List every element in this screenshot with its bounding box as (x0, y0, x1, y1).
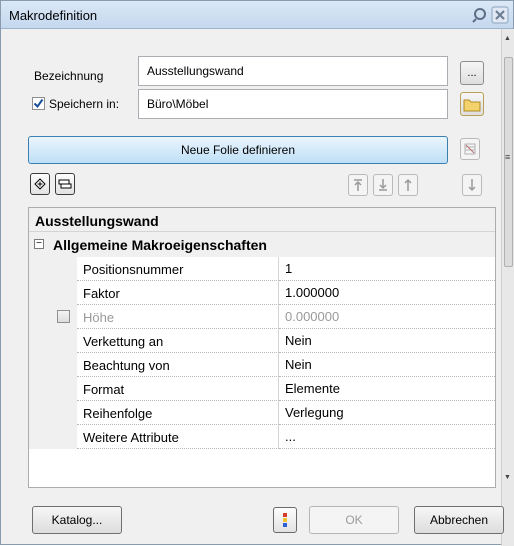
property-name: Faktor (77, 281, 279, 305)
color-button[interactable] (273, 507, 297, 533)
delete-layer-icon (464, 143, 476, 155)
property-name: Positionsnummer (77, 257, 279, 281)
section-header[interactable]: − Allgemeine Makroeigenschaften (29, 232, 495, 257)
browse-label: ... (467, 67, 477, 79)
row-gutter (29, 401, 77, 425)
property-name: Format (77, 377, 279, 401)
layer-list-button[interactable] (55, 173, 75, 195)
delete-folie-button[interactable] (460, 138, 480, 160)
collapse-icon[interactable]: − (34, 239, 44, 249)
move-up-button[interactable] (398, 174, 418, 196)
property-value[interactable]: 1 (279, 257, 495, 281)
property-name: Weitere Attribute (77, 425, 279, 449)
window-title: Makrodefinition (9, 8, 98, 23)
hoehe-checkbox[interactable] (57, 310, 70, 323)
row-gutter (29, 281, 77, 305)
arrow-up-icon (404, 178, 412, 191)
row-gutter (29, 377, 77, 401)
speichern-input[interactable]: Büro\Möbel (138, 89, 448, 119)
property-value[interactable]: ... (279, 425, 495, 449)
move-top-button[interactable] (348, 174, 368, 196)
grid-row[interactable]: Höhe 0.000000 (29, 305, 495, 329)
folder-icon (463, 99, 481, 111)
move-to-bottom-icon (379, 179, 387, 191)
property-value[interactable]: 1.000000 (279, 281, 495, 305)
move-bottom-button[interactable] (373, 174, 393, 196)
bezeichnung-input[interactable]: Ausstellungswand (138, 56, 448, 86)
property-value[interactable]: 0.000000 (279, 305, 495, 329)
row-gutter (29, 305, 77, 329)
property-grid: Ausstellungswand − Allgemeine Makroeigen… (28, 207, 496, 488)
property-value[interactable]: Verlegung (279, 401, 495, 425)
grid-row[interactable]: Format Elemente (29, 377, 495, 401)
grid-row[interactable]: Faktor 1.000000 (29, 281, 495, 305)
color-palette-icon (283, 513, 287, 527)
arrow-down-icon (468, 179, 476, 192)
close-icon[interactable] (491, 6, 509, 24)
move-down-button[interactable] (462, 174, 482, 196)
checkmark-icon (33, 98, 44, 109)
grid-header: Ausstellungswand (29, 208, 495, 232)
grid-row[interactable]: Weitere Attribute ... (29, 425, 495, 449)
abbrechen-button[interactable]: Abbrechen (414, 506, 504, 534)
scrollbar-grip-icon: ≡ (505, 152, 511, 162)
move-to-top-icon (354, 179, 362, 191)
layers-icon (58, 179, 72, 189)
katalog-button[interactable]: Katalog... (32, 506, 122, 534)
scroll-up-icon[interactable]: ▲ (504, 35, 511, 42)
row-gutter (29, 425, 77, 449)
scrollbar-thumb[interactable] (504, 57, 513, 267)
scroll-down-icon[interactable]: ▼ (504, 474, 511, 481)
property-name: Beachtung von (77, 353, 279, 377)
vertical-scrollbar[interactable]: ▲ ≡ ▼ (501, 29, 514, 546)
grid-row[interactable]: Reihenfolge Verlegung (29, 401, 495, 425)
property-value[interactable]: Nein (279, 353, 495, 377)
grid-row[interactable]: Positionsnummer 1 (29, 257, 495, 281)
title-bar: Makrodefinition (1, 1, 513, 29)
neue-folie-button[interactable]: Neue Folie definieren (28, 136, 448, 164)
speichern-label: Speichern in: (49, 97, 120, 111)
ok-button[interactable]: OK (309, 506, 399, 534)
property-name: Verkettung an (77, 329, 279, 353)
folder-button[interactable] (460, 92, 484, 116)
pin-icon[interactable] (471, 6, 489, 24)
makrodefinition-window: Makrodefinition ▲ ≡ ▼ Bezeichnung Ausste… (0, 0, 514, 546)
grid-row[interactable]: Verkettung an Nein (29, 329, 495, 353)
property-value[interactable]: Nein (279, 329, 495, 353)
property-name: Höhe (77, 305, 279, 329)
bezeichnung-label: Bezeichnung (34, 69, 104, 83)
add-layer-icon (34, 178, 46, 190)
browse-button[interactable]: ... (460, 61, 484, 85)
property-value[interactable]: Elemente (279, 377, 495, 401)
section-label: Allgemeine Makroeigenschaften (53, 237, 267, 253)
speichern-checkbox[interactable] (32, 97, 45, 110)
property-name: Reihenfolge (77, 401, 279, 425)
row-gutter (29, 257, 77, 281)
row-gutter (29, 329, 77, 353)
add-layer-button[interactable] (30, 173, 50, 195)
grid-row[interactable]: Beachtung von Nein (29, 353, 495, 377)
row-gutter (29, 353, 77, 377)
